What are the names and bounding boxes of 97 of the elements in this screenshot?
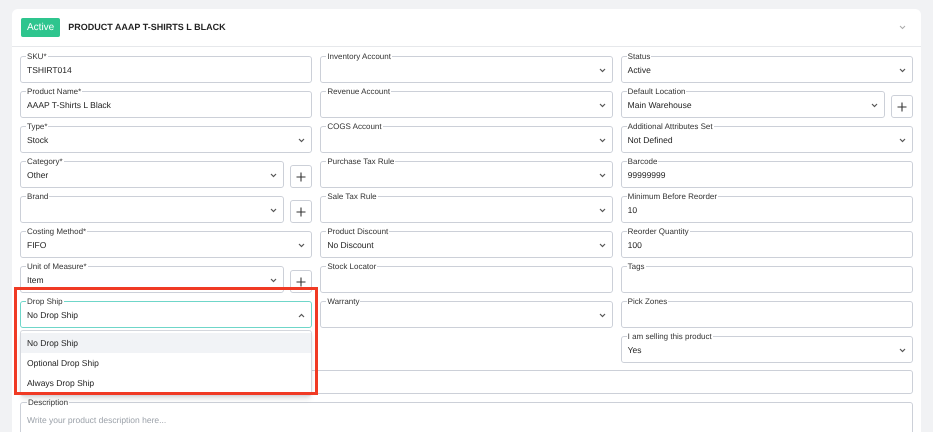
select-field[interactable]: Category* Other xyxy=(20,157,284,188)
plus-icon xyxy=(296,172,306,182)
field-label: Stock Locator xyxy=(326,262,378,271)
select-field[interactable]: I am selling this product Yes xyxy=(620,332,913,363)
field-label: Revenue Account xyxy=(326,87,392,96)
field-label: Pick Zones xyxy=(626,297,668,306)
chevron-down-icon xyxy=(270,208,278,212)
select-field[interactable]: Status Active xyxy=(620,52,913,83)
field-label: Category* xyxy=(26,157,64,166)
chevron-down-icon xyxy=(270,172,278,178)
field-value: No Discount xyxy=(327,239,375,251)
field-value: 10 xyxy=(628,204,638,216)
chevron-down-icon xyxy=(598,242,606,248)
chevron-down-icon xyxy=(899,348,906,352)
field-value: 100 xyxy=(628,239,643,251)
select-field[interactable]: Warranty xyxy=(320,297,613,328)
description-field[interactable]: Description Write your product description here... xyxy=(20,398,913,432)
chevron-down-icon xyxy=(598,208,606,212)
dropdown-option[interactable]: No Drop Ship xyxy=(21,333,312,353)
select-field[interactable]: Brand xyxy=(20,192,284,223)
input-field[interactable]: Barcode 99999999 xyxy=(620,157,913,188)
select-field[interactable]: Unit of Measure* Item xyxy=(20,262,284,293)
field-label: Description xyxy=(27,398,70,407)
select-field[interactable]: Costing Method* FIFO xyxy=(20,227,312,258)
field-value: Not Defined xyxy=(628,134,674,146)
select-field[interactable]: Default Location Main Warehouse xyxy=(620,87,885,118)
field-label: Unit of Measure* xyxy=(26,262,88,271)
dropdown-option[interactable]: Optional Drop Ship xyxy=(21,353,312,373)
field-value: Stock xyxy=(27,134,50,146)
input-field[interactable]: Stock Locator xyxy=(320,262,613,293)
input-field[interactable]: SKU* TSHIRT014 xyxy=(20,52,312,83)
input-field[interactable]: Pick Zones xyxy=(620,297,913,328)
field-value: Main Warehouse xyxy=(628,99,693,111)
field-label: Product Name* xyxy=(26,87,82,96)
chevron-up-icon xyxy=(298,312,306,318)
field-value: Active xyxy=(628,64,652,76)
field-value: FIFO xyxy=(27,239,48,251)
field-label: Minimum Before Reorder xyxy=(626,192,718,201)
field-value: No Drop Ship xyxy=(27,309,80,321)
field-label: Reorder Quantity xyxy=(626,227,690,236)
select-field[interactable]: Drop Ship No Drop Ship xyxy=(20,297,312,328)
chevron-down-icon xyxy=(598,312,606,318)
description-input[interactable]: Write your product description here... xyxy=(27,414,906,427)
select-field[interactable]: Sale Tax Rule xyxy=(320,192,613,223)
chevron-down-icon xyxy=(871,102,878,108)
input-field[interactable]: Minimum Before Reorder 10 xyxy=(620,192,913,223)
field-value: Other xyxy=(27,169,50,181)
field-label: Default Location xyxy=(626,87,686,96)
dropdown-option[interactable]: Always Drop Ship xyxy=(21,373,312,393)
chevron-down-icon xyxy=(598,172,606,178)
field-label: Status xyxy=(626,52,652,61)
select-field[interactable]: Product Discount No Discount xyxy=(320,227,613,258)
field-value: TSHIRT014 xyxy=(27,64,73,76)
add-button[interactable] xyxy=(290,165,312,188)
plus-icon xyxy=(897,102,907,112)
field-value: Yes xyxy=(628,344,643,356)
field-label: Barcode xyxy=(626,157,658,166)
add-button[interactable] xyxy=(290,200,312,223)
field-label: Additional Attributes Set xyxy=(626,122,714,131)
add-button[interactable] xyxy=(891,95,913,118)
select-field[interactable]: Inventory Account xyxy=(320,52,613,83)
field-label: SKU* xyxy=(26,52,48,61)
chevron-down-icon xyxy=(598,138,606,142)
field-label: Drop Ship xyxy=(26,297,64,306)
select-field[interactable]: Additional Attributes Set Not Defined xyxy=(620,122,913,153)
chevron-down-icon xyxy=(598,102,606,108)
field-label: Brand xyxy=(26,192,50,201)
select-field[interactable]: Type* Stock xyxy=(20,122,312,153)
field-label: Tags xyxy=(626,262,646,271)
field-label: Sale Tax Rule xyxy=(326,192,378,201)
field-label: Warranty xyxy=(326,297,360,306)
field-label: Product Discount xyxy=(326,227,390,236)
field-value: AAAP T-Shirts L Black xyxy=(27,99,112,111)
select-field[interactable]: COGS Account xyxy=(320,122,613,153)
chevron-down-icon xyxy=(298,242,306,248)
plus-icon xyxy=(296,206,306,216)
chevron-down-icon xyxy=(298,138,306,142)
chevron-down-icon xyxy=(899,68,906,72)
select-field[interactable]: Revenue Account xyxy=(320,87,613,118)
field-label: I am selling this product xyxy=(626,332,713,341)
product-title: PRODUCT AAAP T-SHIRTS L BLACK xyxy=(68,20,227,34)
field-label: Type* xyxy=(26,122,48,131)
input-field[interactable]: Tags xyxy=(620,262,913,293)
field-label: Costing Method* xyxy=(26,227,88,236)
field-value: 99999999 xyxy=(628,169,666,181)
field-value: Item xyxy=(27,274,45,286)
field-label: Purchase Tax Rule xyxy=(326,157,396,166)
chevron-down-icon xyxy=(270,278,278,282)
chevron-down-icon xyxy=(598,68,606,72)
input-field[interactable]: Product Name* AAAP T-Shirts L Black xyxy=(20,87,312,118)
chevron-down-icon xyxy=(899,138,906,142)
select-field[interactable]: Purchase Tax Rule xyxy=(320,157,613,188)
plus-icon xyxy=(296,276,306,286)
status-badge: Active xyxy=(21,18,60,37)
field-label: COGS Account xyxy=(326,122,383,131)
input-field[interactable]: Reorder Quantity 100 xyxy=(620,227,913,258)
field-label: Inventory Account xyxy=(326,52,392,61)
